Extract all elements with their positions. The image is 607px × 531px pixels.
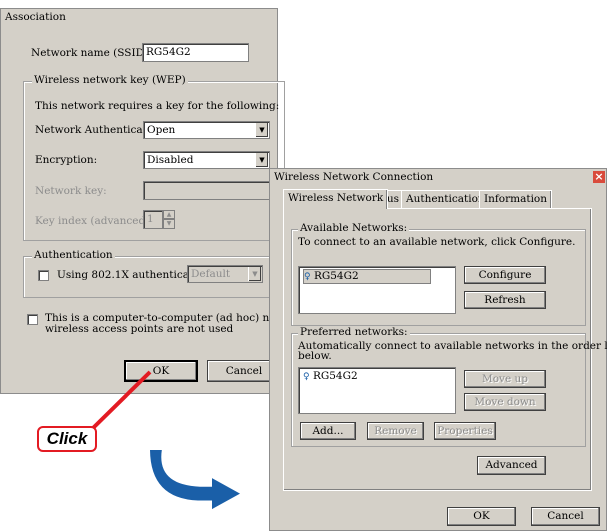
refresh-button[interactable]: Refresh [464, 291, 546, 309]
wnc-dialog: Wireless Network Connection × Wireless N… [269, 168, 607, 531]
click-callout: Click [37, 426, 97, 452]
configure-button[interactable]: Configure [464, 266, 546, 284]
properties-button[interactable]: Properties [434, 422, 496, 440]
preferred-networks-text-2: below. [298, 350, 332, 362]
wnc-ok-button[interactable]: OK [447, 507, 516, 526]
preferred-network-name: RG54G2 [312, 370, 358, 382]
antenna-icon: ♀ [304, 272, 311, 282]
available-networks-list[interactable]: ♀ RG54G2 [298, 266, 456, 314]
antenna-icon: ♀ [303, 372, 310, 382]
preferred-networks-label: Preferred networks: [298, 326, 410, 338]
move-up-button[interactable]: Move up [464, 370, 546, 388]
remove-button[interactable]: Remove [367, 422, 424, 440]
wnc-cancel-button[interactable]: Cancel [531, 507, 600, 526]
tab-wireless-network[interactable]: Wireless Network [283, 189, 389, 209]
arrow-right-icon [150, 450, 240, 510]
tab-information[interactable]: Information [479, 190, 553, 208]
advanced-button[interactable]: Advanced [477, 456, 546, 475]
list-item[interactable]: ♀ RG54G2 [303, 370, 358, 384]
list-item[interactable]: ♀ RG54G2 [303, 269, 431, 284]
close-icon[interactable]: × [593, 171, 605, 183]
wnc-title-bar: Wireless Network Connection × [270, 169, 606, 186]
wnc-title: Wireless Network Connection [274, 171, 434, 183]
preferred-networks-text-1: Automatically connect to available netwo… [298, 340, 607, 352]
available-networks-label: Available Networks: [298, 222, 410, 234]
click-callout-label: Click [46, 429, 88, 448]
move-down-button[interactable]: Move down [464, 393, 546, 411]
preferred-networks-list[interactable]: ♀ RG54G2 [298, 367, 456, 414]
available-networks-text: To connect to an available network, clic… [298, 236, 576, 248]
tab-strip: Wireless Network Status Authentication I… [283, 189, 603, 209]
available-network-name: RG54G2 [313, 270, 359, 282]
tab-authentication[interactable]: Authentication [401, 190, 490, 208]
add-button[interactable]: Add... [300, 422, 356, 440]
